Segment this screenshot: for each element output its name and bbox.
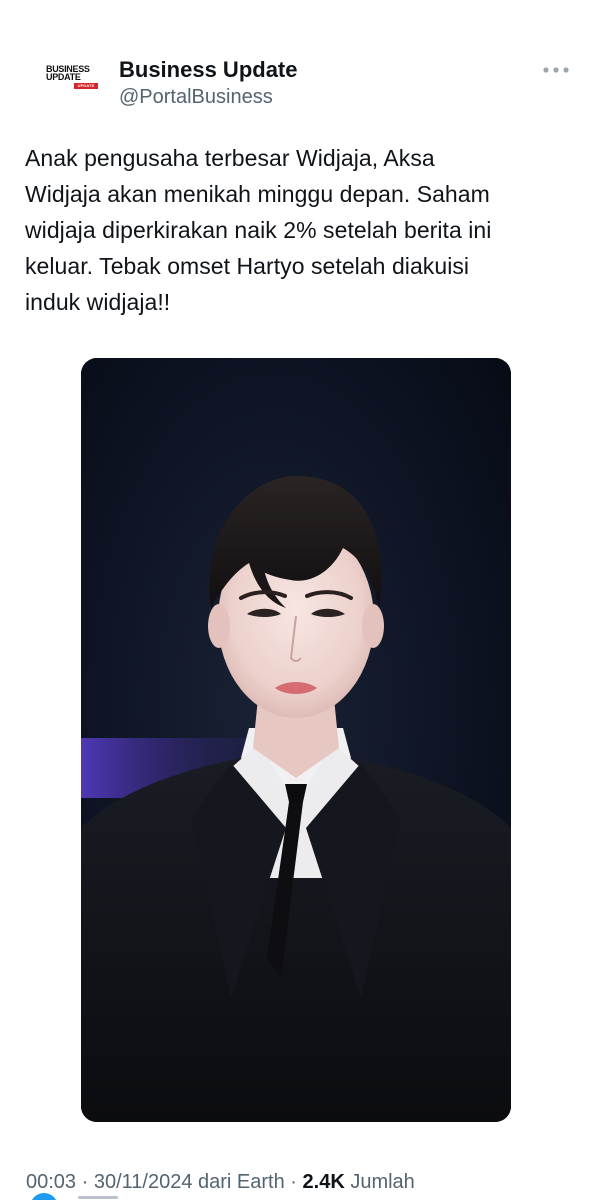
meta-separator: · [76, 1171, 94, 1193]
views-label[interactable]: Jumlah [345, 1171, 414, 1193]
avatar[interactable]: BUSINESS UPDATE UPDATE [36, 57, 108, 97]
tweet-source: dari Earth [192, 1171, 285, 1193]
views-count[interactable]: 2.4K [303, 1171, 345, 1193]
tweet-text: Anak pengusaha terbesar Widjaja, Aksa Wi… [25, 145, 492, 315]
more-horizontal-icon [543, 67, 569, 73]
meta-separator: · [284, 1171, 303, 1193]
tweet-date[interactable]: 30/11/2024 [94, 1171, 193, 1193]
avatar-logo-badge: UPDATE [74, 83, 98, 89]
author-display-name[interactable]: Business Update [119, 57, 298, 83]
author-info: Business Update @PortalBusiness [119, 57, 298, 109]
tweet-header: BUSINESS UPDATE UPDATE Business Update @… [0, 0, 591, 120]
tweet-photo[interactable] [81, 358, 511, 1122]
avatar-logo-line2: UPDATE [46, 72, 81, 82]
photo-image [81, 358, 511, 1122]
author-handle[interactable]: @PortalBusiness [119, 85, 298, 109]
partial-text-row [78, 1193, 128, 1200]
tweet-time[interactable]: 00:03 [26, 1171, 76, 1193]
more-options-button[interactable] [538, 58, 574, 82]
